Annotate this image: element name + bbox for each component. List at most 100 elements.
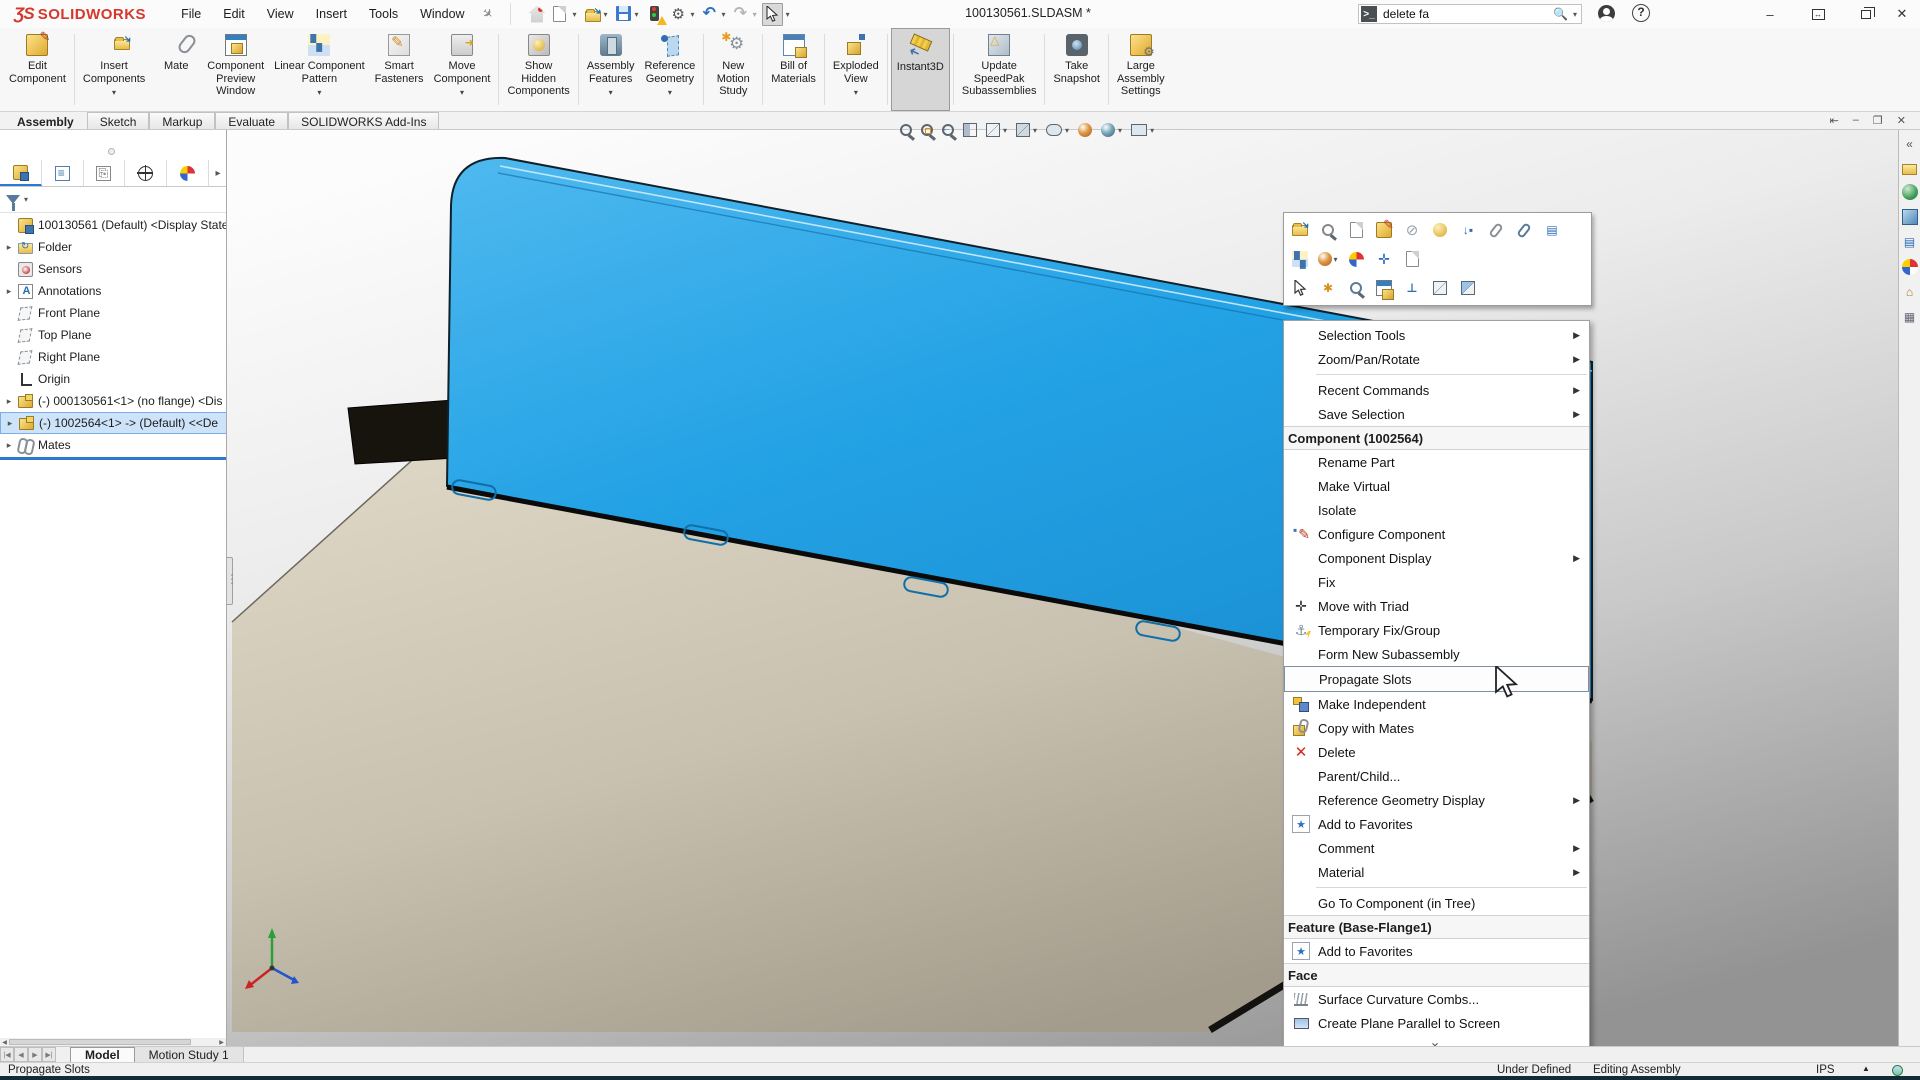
previous-view-button[interactable] bbox=[942, 124, 954, 136]
edit-appearance-button[interactable] bbox=[1078, 123, 1092, 137]
rebuild-button[interactable] bbox=[644, 4, 667, 25]
component-preview-icon[interactable] bbox=[1374, 278, 1394, 298]
dropdown-arrow-icon[interactable]: ▾ bbox=[854, 88, 858, 97]
tree-item-annotations[interactable]: ▸ Annotations bbox=[0, 280, 227, 302]
ribbon-mate[interactable]: Mate bbox=[150, 28, 202, 111]
dropdown-arrow-icon[interactable]: ▾ bbox=[691, 10, 695, 19]
dropdown-arrow-icon[interactable]: ▾ bbox=[753, 10, 757, 19]
zoom-to-fit-button[interactable] bbox=[900, 124, 912, 136]
tree-item-top-plane[interactable]: Top Plane bbox=[0, 324, 227, 346]
edit-appearance-part-icon[interactable] bbox=[1290, 249, 1310, 269]
restore-doc-icon[interactable]: ❐ bbox=[1873, 114, 1883, 127]
dropdown-arrow-icon[interactable]: ▾ bbox=[786, 10, 790, 19]
section-box-icon[interactable] bbox=[1458, 278, 1478, 298]
resources-home-icon[interactable]: ⌂ bbox=[1902, 284, 1918, 300]
apply-scene-button[interactable]: ▾ bbox=[1101, 123, 1122, 137]
tab-solidworks-add-ins[interactable]: SOLIDWORKS Add-Ins bbox=[288, 112, 439, 129]
dropdown-arrow-icon[interactable]: ▾ bbox=[1065, 126, 1069, 135]
save-button[interactable]: ▾ bbox=[613, 4, 642, 25]
ribbon-instant3d[interactable]: Instant3D bbox=[891, 28, 950, 111]
filter-dropdown-icon[interactable]: ▾ bbox=[24, 195, 28, 204]
expand-arrow-icon[interactable]: ▸ bbox=[3, 418, 17, 429]
material-icon[interactable] bbox=[1402, 249, 1422, 269]
dimxpertmanager-tab[interactable] bbox=[125, 160, 167, 186]
tree-item-mates[interactable]: ▸ Mates bbox=[0, 434, 227, 456]
tree-item-part-1002564-selected[interactable]: ▸ (-) 1002564<1> -> (Default) <<De bbox=[0, 412, 227, 434]
menu-item-material[interactable]: Material▶ bbox=[1284, 860, 1589, 884]
show-with-dependents-icon[interactable] bbox=[1430, 220, 1450, 240]
hide-component-icon[interactable]: ⊘ bbox=[1402, 220, 1422, 240]
undo-button[interactable]: ↶▾ bbox=[700, 4, 729, 25]
menu-item-copy-with-mates[interactable]: Copy with Mates bbox=[1284, 716, 1589, 740]
next-tab-icon[interactable]: ▶ bbox=[28, 1047, 42, 1062]
menu-item-save-selection[interactable]: Save Selection▶ bbox=[1284, 402, 1589, 426]
menu-item-surface-curvature-combs[interactable]: Surface Curvature Combs... bbox=[1284, 987, 1589, 1011]
rollback-bar[interactable] bbox=[0, 457, 227, 460]
panel-grip-icon[interactable] bbox=[108, 148, 115, 155]
menu-tools[interactable]: Tools bbox=[360, 3, 407, 25]
expand-arrow-icon[interactable]: ▸ bbox=[2, 396, 16, 407]
dropdown-arrow-icon[interactable]: ▾ bbox=[572, 10, 576, 19]
menu-item-parent-child[interactable]: Parent/Child... bbox=[1284, 764, 1589, 788]
tree-item-sensors[interactable]: Sensors bbox=[0, 258, 227, 280]
menu-item-make-virtual[interactable]: Make Virtual bbox=[1284, 474, 1589, 498]
menu-item-form-new-subassembly[interactable]: Form New Subassembly bbox=[1284, 642, 1589, 666]
appearance-dropdown-icon[interactable]: ▾ bbox=[1318, 249, 1338, 269]
display-style-button[interactable]: ▾ bbox=[1016, 123, 1037, 137]
ribbon-new-motion-study[interactable]: New Motion Study bbox=[707, 28, 759, 111]
first-tab-icon[interactable]: |◀ bbox=[0, 1047, 14, 1062]
view-palette-icon[interactable] bbox=[1902, 209, 1918, 225]
pin-menu-icon[interactable]: ✈ bbox=[478, 4, 497, 23]
ribbon-component-preview-window[interactable]: Component Preview Window bbox=[202, 28, 269, 111]
scroll-right-icon[interactable]: ▶ bbox=[217, 1039, 226, 1046]
menu-item-component-display[interactable]: Component Display▶ bbox=[1284, 546, 1589, 570]
panel-horizontal-scrollbar[interactable]: ◀ ▶ bbox=[0, 1038, 227, 1046]
tree-item-part-000130561[interactable]: ▸ (-) 000130561<1> (no flange) <Dis bbox=[0, 390, 227, 412]
ribbon-edit-component[interactable]: Edit Component bbox=[4, 28, 71, 111]
ribbon-take-snapshot[interactable]: Take Snapshot bbox=[1048, 28, 1104, 111]
panel-tabs-overflow-icon[interactable]: ▸ bbox=[209, 160, 227, 186]
tab-model[interactable]: Model bbox=[70, 1047, 135, 1062]
appearances-icon[interactable] bbox=[1346, 249, 1366, 269]
ribbon-assembly-features[interactable]: Assembly Features▾ bbox=[582, 28, 640, 111]
collapse-pane-icon[interactable]: « bbox=[1902, 136, 1918, 152]
design-library-icon[interactable] bbox=[1902, 164, 1917, 175]
minimize-doc-icon[interactable]: – bbox=[1853, 114, 1859, 127]
last-tab-icon[interactable]: ▶| bbox=[42, 1047, 56, 1062]
menu-item-add-to-favorites-component[interactable]: Add to Favorites bbox=[1284, 812, 1589, 836]
menu-item-selection-tools[interactable]: Selection Tools▶ bbox=[1284, 323, 1589, 347]
ribbon-update-speedpak[interactable]: Update SpeedPak Subassemblies bbox=[957, 28, 1042, 111]
new-document-button[interactable]: ▾ bbox=[550, 4, 579, 25]
ribbon-show-hidden-components[interactable]: Show Hidden Components bbox=[502, 28, 574, 111]
menu-window[interactable]: Window bbox=[411, 3, 473, 25]
select-other-icon[interactable] bbox=[1290, 278, 1310, 298]
ribbon-insert-components[interactable]: Insert Components▾ bbox=[78, 28, 150, 111]
menu-item-reference-geometry-display[interactable]: Reference Geometry Display▶ bbox=[1284, 788, 1589, 812]
options-button[interactable]: ⚙▾ bbox=[669, 4, 698, 25]
edit-part-icon[interactable] bbox=[1374, 220, 1394, 240]
menu-item-zoom-pan-rotate[interactable]: Zoom/Pan/Rotate▶ bbox=[1284, 347, 1589, 371]
menu-item-go-to-component[interactable]: Go To Component (in Tree) bbox=[1284, 891, 1589, 915]
tab-sketch[interactable]: Sketch bbox=[87, 112, 150, 129]
user-account-icon[interactable] bbox=[1598, 5, 1615, 22]
menu-item-propagate-slots[interactable]: Propagate Slots bbox=[1284, 666, 1589, 692]
minimize-button[interactable]: – bbox=[1748, 0, 1792, 28]
properties-list-icon[interactable]: ▤ bbox=[1902, 234, 1918, 250]
appearances-icon[interactable] bbox=[1902, 259, 1918, 275]
menu-item-fix[interactable]: Fix bbox=[1284, 570, 1589, 594]
restore-button[interactable] bbox=[1844, 0, 1888, 28]
ribbon-exploded-view[interactable]: Exploded View▾ bbox=[828, 28, 884, 111]
menu-item-isolate[interactable]: Isolate bbox=[1284, 498, 1589, 522]
scroll-left-icon[interactable]: ◀ bbox=[0, 1039, 9, 1046]
scrollbar-thumb[interactable] bbox=[9, 1039, 191, 1045]
menu-view[interactable]: View bbox=[258, 3, 303, 25]
select-tool-button[interactable] bbox=[762, 3, 783, 26]
dropdown-arrow-icon[interactable]: ▾ bbox=[460, 88, 464, 97]
menu-item-configure-component[interactable]: Configure Component bbox=[1284, 522, 1589, 546]
mate-icon[interactable] bbox=[1486, 220, 1506, 240]
expand-arrow-icon[interactable]: ▸ bbox=[2, 286, 16, 297]
configurationmanager-tab[interactable] bbox=[84, 160, 126, 186]
dropdown-arrow-icon[interactable]: ▾ bbox=[635, 10, 639, 19]
tree-item-right-plane[interactable]: Right Plane bbox=[0, 346, 227, 368]
content-central-icon[interactable] bbox=[1902, 184, 1918, 200]
